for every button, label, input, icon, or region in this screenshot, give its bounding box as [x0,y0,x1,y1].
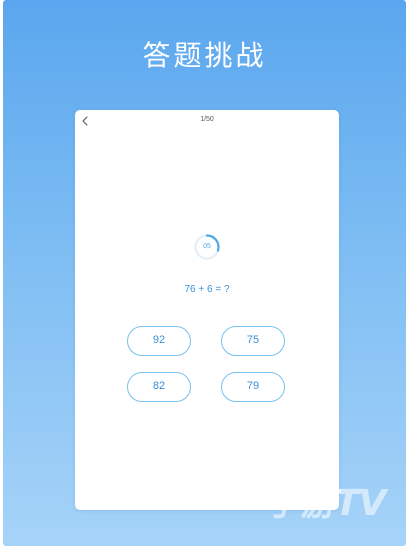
answer-option-3[interactable]: 82 [127,372,191,402]
watermark-logo: 手游TV [265,483,386,524]
answer-option-4[interactable]: 79 [221,372,285,402]
timer-value: 05 [203,243,211,250]
app-screen: 答题挑战 1/50 05 76 + 6 = ? 92 75 82 79 手游TV [3,0,406,546]
page-title: 答题挑战 [142,39,267,72]
countdown-timer: 05 [193,233,221,261]
quiz-card: 1/50 05 76 + 6 = ? 92 75 82 79 [75,110,339,510]
answer-option-1[interactable]: 92 [127,326,191,356]
question-text: 76 + 6 = ? [184,284,230,295]
question-progress: 1/50 [200,116,214,123]
answer-option-2[interactable]: 75 [221,326,285,356]
